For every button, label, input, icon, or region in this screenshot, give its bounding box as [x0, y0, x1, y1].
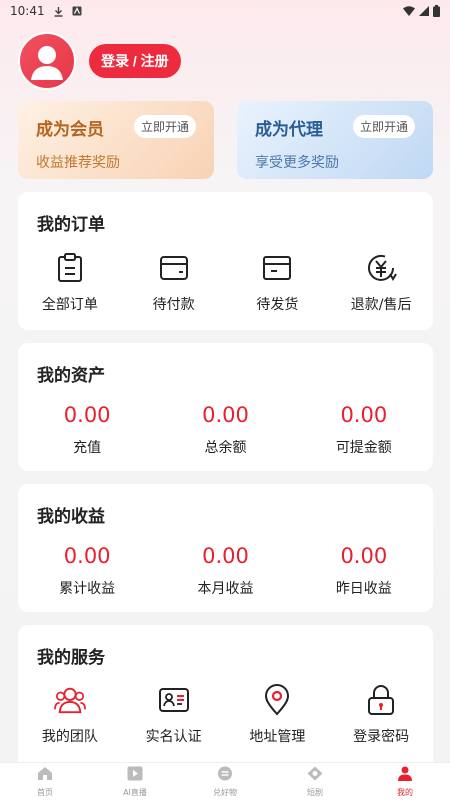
- tab-label: 短剧: [307, 787, 323, 797]
- agent-open-button[interactable]: 立即开通: [352, 115, 415, 138]
- home-icon: [37, 766, 53, 785]
- asset-total-balance[interactable]: 0.00 总余额: [156, 403, 294, 457]
- member-promo-card[interactable]: 成为会员 收益推荐奖励 立即开通: [18, 101, 214, 179]
- clipboard-icon: [54, 252, 86, 284]
- bottom-tab-bar: 首页 AI直播 兑好物 短剧 我的: [0, 762, 450, 800]
- exchange-icon: [217, 766, 233, 785]
- order-item-unpaid[interactable]: 待付款: [122, 252, 226, 314]
- tab-label: 首页: [37, 787, 53, 797]
- asset-recharge[interactable]: 0.00 充值: [18, 403, 156, 457]
- service-address[interactable]: 地址管理: [226, 684, 330, 746]
- asset-label: 总余额: [204, 440, 247, 456]
- asset-label: 可提金额: [335, 440, 392, 456]
- refund-icon: [365, 252, 397, 284]
- earning-value: 0.00: [202, 544, 249, 568]
- order-item-to-ship[interactable]: 待发货: [226, 252, 330, 314]
- id-card-icon: [158, 684, 190, 716]
- agent-promo-card[interactable]: 成为代理 享受更多奖励 立即开通: [237, 101, 433, 179]
- earning-label: 昨日收益: [335, 581, 392, 597]
- agent-promo-subtitle: 享受更多奖励: [255, 155, 339, 171]
- assets-title: 我的资产: [37, 366, 105, 386]
- status-bar: 10:41: [0, 0, 450, 22]
- earning-label: 累计收益: [59, 581, 116, 597]
- status-time: 10:41: [10, 4, 45, 18]
- order-item-label: 待付款: [152, 297, 195, 313]
- wifi-icon: [403, 6, 415, 16]
- service-label: 实名认证: [145, 729, 202, 745]
- tab-exchange[interactable]: 兑好物: [180, 763, 270, 800]
- avatar[interactable]: [18, 32, 76, 90]
- earning-value: 0.00: [340, 544, 388, 568]
- earning-label: 本月收益: [197, 581, 254, 597]
- assets-card: 我的资产 0.00 充值 0.00 总余额 0.00 可提金额: [18, 343, 433, 471]
- package-icon: [261, 252, 293, 284]
- signal-icon: [419, 6, 429, 16]
- asset-value: 0.00: [202, 403, 249, 427]
- tab-home[interactable]: 首页: [0, 763, 90, 800]
- user-icon: [397, 766, 413, 785]
- wallet-icon: [158, 252, 190, 284]
- tab-label: AI直播: [123, 787, 147, 797]
- asset-withdrawable[interactable]: 0.00 可提金额: [295, 403, 433, 457]
- team-icon: [53, 684, 86, 716]
- notification-icon: [72, 6, 82, 16]
- member-open-button[interactable]: 立即开通: [133, 115, 196, 138]
- service-login-password[interactable]: 登录密码: [329, 684, 433, 746]
- order-item-label: 待发货: [256, 297, 299, 313]
- earning-cumulative[interactable]: 0.00 累计收益: [18, 544, 156, 598]
- service-label: 地址管理: [249, 729, 306, 745]
- drama-icon: [307, 766, 323, 785]
- tab-label: 兑好物: [213, 787, 237, 797]
- location-icon: [261, 684, 293, 716]
- order-item-all[interactable]: 全部订单: [18, 252, 122, 314]
- battery-icon: [433, 5, 440, 17]
- service-label: 登录密码: [353, 729, 410, 745]
- asset-value: 0.00: [340, 403, 388, 427]
- service-label: 我的团队: [41, 729, 98, 745]
- services-title: 我的服务: [37, 648, 105, 668]
- earnings-card: 我的收益 0.00 累计收益 0.00 本月收益 0.00 昨日收益: [18, 484, 433, 612]
- earnings-title: 我的收益: [37, 507, 105, 527]
- order-item-refund[interactable]: 退款/售后: [329, 252, 433, 314]
- play-icon: [127, 766, 143, 785]
- earning-yesterday[interactable]: 0.00 昨日收益: [295, 544, 433, 598]
- lock-icon: [365, 684, 397, 716]
- login-register-button[interactable]: 登录 / 注册: [89, 44, 181, 78]
- earning-value: 0.00: [63, 544, 111, 568]
- download-icon: [53, 6, 64, 17]
- tab-short-drama[interactable]: 短剧: [270, 763, 360, 800]
- service-team[interactable]: 我的团队: [18, 684, 122, 746]
- earning-this-month[interactable]: 0.00 本月收益: [156, 544, 294, 598]
- asset-value: 0.00: [63, 403, 111, 427]
- tab-ai-live[interactable]: AI直播: [90, 763, 180, 800]
- order-item-label: 全部订单: [41, 297, 98, 313]
- services-card: 我的服务 我的团队 实名认证 地址管理 登录密码: [18, 625, 433, 762]
- tab-mine[interactable]: 我的: [360, 763, 450, 800]
- orders-card: 我的订单 全部订单 待付款 待发货 退款/售后: [18, 192, 433, 330]
- tab-label: 我的: [397, 787, 413, 797]
- default-avatar-icon: [31, 46, 63, 80]
- asset-label: 充值: [73, 440, 102, 456]
- order-item-label: 退款/售后: [350, 297, 412, 313]
- profile-header: 登录 / 注册: [18, 32, 181, 90]
- service-real-name[interactable]: 实名认证: [122, 684, 226, 746]
- member-promo-subtitle: 收益推荐奖励: [36, 155, 120, 171]
- orders-title: 我的订单: [37, 215, 105, 235]
